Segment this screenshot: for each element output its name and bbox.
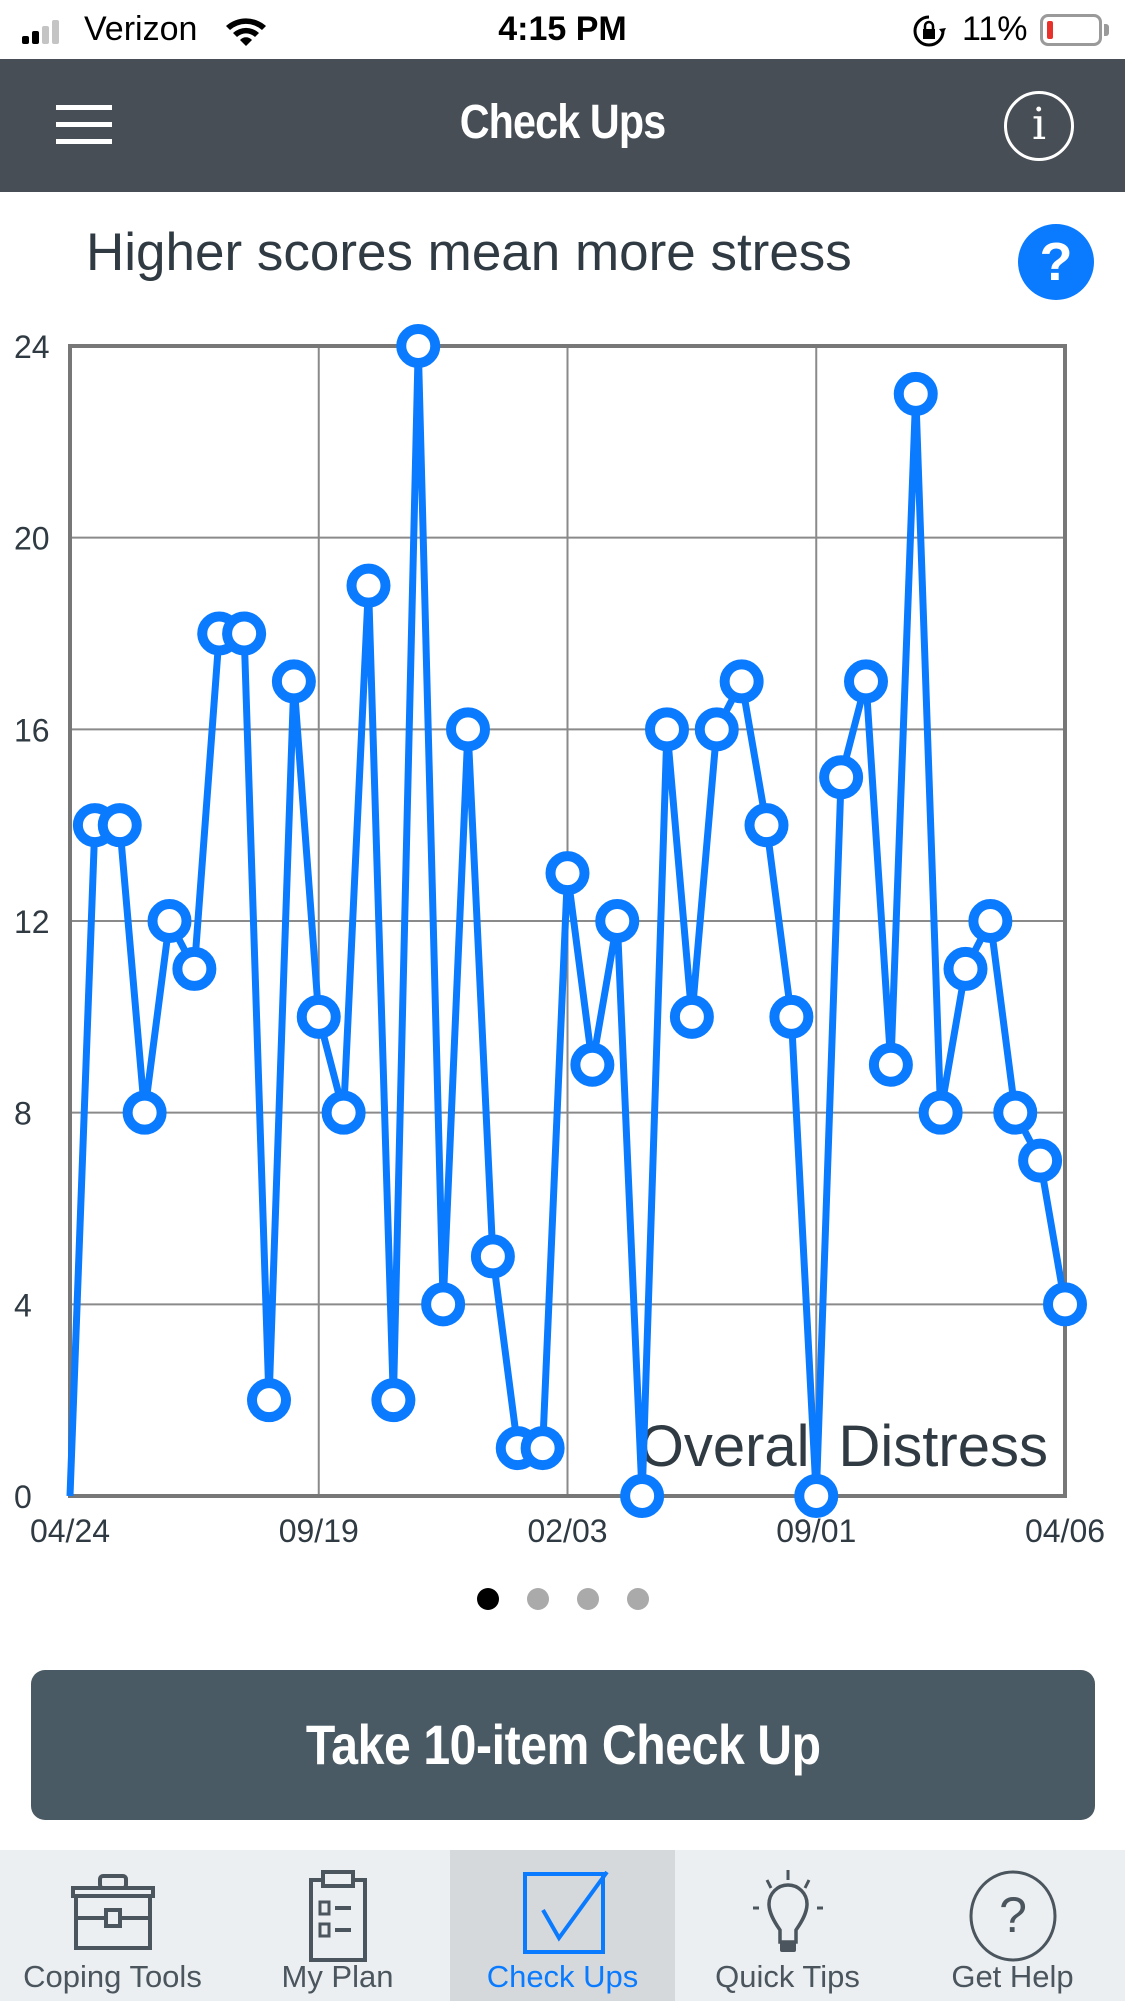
data-point[interactable] xyxy=(645,707,689,752)
status-bar: Verizon 4:15 PM 11% xyxy=(0,0,1125,59)
tab-label: Quick Tips xyxy=(715,1959,860,1994)
data-point[interactable] xyxy=(446,707,490,752)
tab-label: Get Help xyxy=(951,1959,1074,1994)
tab-label: Coping Tools xyxy=(23,1959,202,1994)
y-tick-label: 20 xyxy=(14,521,50,557)
page-dot[interactable] xyxy=(626,1588,649,1610)
y-tick-label: 0 xyxy=(14,1479,32,1515)
x-tick-label: 02/03 xyxy=(527,1513,607,1549)
y-axis-ticks: 0 4 8 12 16 20 24 xyxy=(14,329,50,1515)
page-indicator xyxy=(0,1588,1125,1612)
data-point[interactable] xyxy=(396,324,441,368)
clock: 4:15 PM xyxy=(498,10,627,48)
y-tick-label: 12 xyxy=(14,904,50,940)
toolbox-icon xyxy=(70,1874,155,1950)
data-point[interactable] xyxy=(271,659,316,704)
x-tick-label: 04/24 xyxy=(30,1513,110,1549)
data-point[interactable] xyxy=(769,994,814,1039)
data-point[interactable] xyxy=(520,1426,565,1471)
lightbulb-icon xyxy=(752,1870,823,1952)
data-point[interactable] xyxy=(893,371,938,416)
x-tick-label: 04/06 xyxy=(1025,1513,1105,1549)
data-point[interactable] xyxy=(744,803,789,848)
page-title: Check Ups xyxy=(459,96,666,149)
data-point[interactable] xyxy=(1043,1282,1087,1327)
data-point[interactable] xyxy=(346,563,391,608)
y-tick-label: 16 xyxy=(14,712,50,748)
data-point[interactable] xyxy=(147,899,192,943)
data-point[interactable] xyxy=(943,946,988,991)
data-point[interactable] xyxy=(620,1474,665,1518)
distress-chart[interactable]: 0 4 8 12 16 20 24 04/24 09/19 02/03 09/01 04/06 Ov… xyxy=(0,300,1125,1570)
data-point[interactable] xyxy=(719,659,764,704)
battery-level xyxy=(1047,21,1053,39)
app-header: Check Ups i xyxy=(0,59,1125,192)
data-point[interactable] xyxy=(819,755,864,800)
x-tick-label: 09/01 xyxy=(776,1513,856,1549)
page-dot[interactable] xyxy=(576,1588,599,1610)
tab-label: My Plan xyxy=(281,1959,394,1994)
data-point[interactable] xyxy=(321,1090,366,1135)
y-tick-label: 8 xyxy=(14,1096,32,1132)
data-point[interactable] xyxy=(371,1378,416,1423)
tab-get-help[interactable]: ? Get Help xyxy=(900,1850,1125,2001)
clipboard-checklist-icon xyxy=(308,1870,367,1962)
orientation-lock-icon xyxy=(913,15,946,47)
svg-text:?: ? xyxy=(999,1887,1027,1943)
info-icon[interactable]: i xyxy=(1004,91,1074,161)
x-tick-label: 09/19 xyxy=(279,1513,359,1549)
tab-coping-tools[interactable]: Coping Tools xyxy=(0,1850,225,2001)
data-point[interactable] xyxy=(296,994,341,1039)
data-point[interactable] xyxy=(122,1090,167,1135)
tab-quick-tips[interactable]: Quick Tips xyxy=(675,1850,900,2001)
data-point[interactable] xyxy=(868,1042,913,1087)
tab-label: Check Ups xyxy=(486,1959,639,1994)
data-point[interactable] xyxy=(968,899,1013,943)
data-point[interactable] xyxy=(570,1042,615,1087)
data-point[interactable] xyxy=(694,707,739,752)
y-tick-label: 4 xyxy=(14,1287,32,1323)
data-point[interactable] xyxy=(470,1234,515,1279)
battery-percent: 11% xyxy=(962,10,1028,48)
data-point[interactable] xyxy=(545,851,590,896)
help-question-icon[interactable]: ? xyxy=(1018,224,1094,300)
tab-bar: Coping Tools My Plan Check Ups Quick Tip… xyxy=(0,1850,1125,2001)
question-circle-icon: ? xyxy=(969,1870,1056,1962)
checkbox-icon xyxy=(522,1870,609,1954)
battery-tip xyxy=(1104,24,1109,36)
battery-icon xyxy=(1040,14,1102,46)
chart-title-label: Overall Distress xyxy=(639,1414,1048,1479)
data-point[interactable] xyxy=(669,994,714,1039)
take-check-up-button[interactable]: Take 10-item Check Up xyxy=(31,1670,1095,1820)
data-point[interactable] xyxy=(595,899,640,943)
data-point[interactable] xyxy=(421,1282,466,1327)
data-point[interactable] xyxy=(794,1474,839,1518)
data-point[interactable] xyxy=(222,611,267,656)
chart-subtitle: Higher scores mean more stress xyxy=(86,223,852,282)
tab-my-plan[interactable]: My Plan xyxy=(225,1850,450,2001)
page-dot[interactable] xyxy=(526,1588,549,1610)
take-check-up-label: Take 10-item Check Up xyxy=(305,1713,821,1776)
data-point[interactable] xyxy=(844,659,888,704)
data-point[interactable] xyxy=(918,1090,963,1135)
data-point[interactable] xyxy=(97,803,142,848)
data-point[interactable] xyxy=(247,1378,291,1423)
page-dot[interactable] xyxy=(476,1588,499,1610)
data-point[interactable] xyxy=(993,1090,1038,1135)
tab-check-ups[interactable]: Check Ups xyxy=(450,1850,675,2001)
x-axis-ticks: 04/24 09/19 02/03 09/01 04/06 xyxy=(30,1513,1105,1549)
data-point[interactable] xyxy=(1018,1138,1063,1183)
y-tick-label: 24 xyxy=(14,329,50,365)
data-point[interactable] xyxy=(172,946,217,991)
